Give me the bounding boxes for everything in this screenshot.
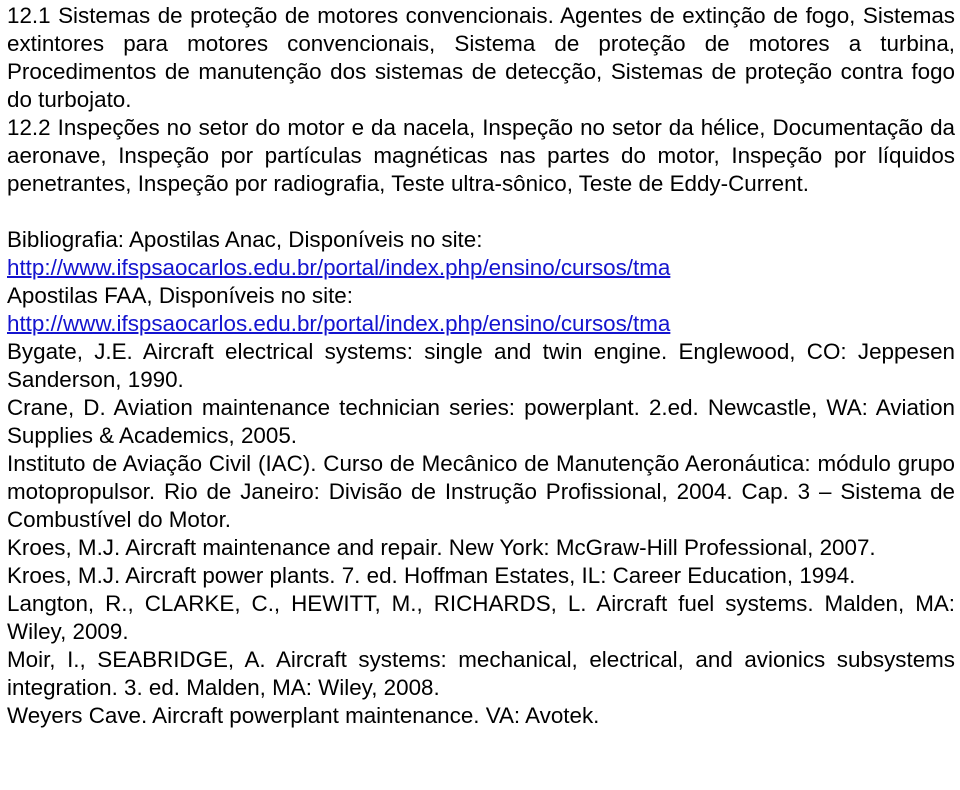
document-page: 12.1 Sistemas de proteção de motores con… <box>0 0 960 790</box>
reference-kroes-powerplants: Kroes, M.J. Aircraft power plants. 7. ed… <box>7 563 856 588</box>
section-12-2-paragraph: 12.2 Inspeções no setor do motor e da na… <box>7 115 955 196</box>
reference-weyers: Weyers Cave. Aircraft powerplant mainten… <box>7 703 600 728</box>
bibliography-link-faa[interactable]: http://www.ifspsaocarlos.edu.br/portal/i… <box>7 311 670 336</box>
bibliography-link-faa-line: http://www.ifspsaocarlos.edu.br/portal/i… <box>7 310 955 338</box>
bibliography-link-anac[interactable]: http://www.ifspsaocarlos.edu.br/portal/i… <box>7 255 670 280</box>
bibliography-heading-faa: Apostilas FAA, Disponíveis no site: <box>7 283 353 308</box>
bibliography-link-anac-line: http://www.ifspsaocarlos.edu.br/portal/i… <box>7 254 955 282</box>
reference-moir: Moir, I., SEABRIDGE, A. Aircraft systems… <box>7 647 955 700</box>
reference-kroes-maintenance: Kroes, M.J. Aircraft maintenance and rep… <box>7 535 876 560</box>
reference-bygate: Bygate, J.E. Aircraft electrical systems… <box>7 339 955 392</box>
section-12-1-paragraph: 12.1 Sistemas de proteção de motores con… <box>7 3 955 112</box>
bibliography-heading-anac: Bibliografia: Apostilas Anac, Disponívei… <box>7 227 483 252</box>
reference-langton: Langton, R., CLARKE, C., HEWITT, M., RIC… <box>7 591 955 644</box>
reference-crane: Crane, D. Aviation maintenance technicia… <box>7 395 955 448</box>
reference-iac: Instituto de Aviação Civil (IAC). Curso … <box>7 451 955 532</box>
